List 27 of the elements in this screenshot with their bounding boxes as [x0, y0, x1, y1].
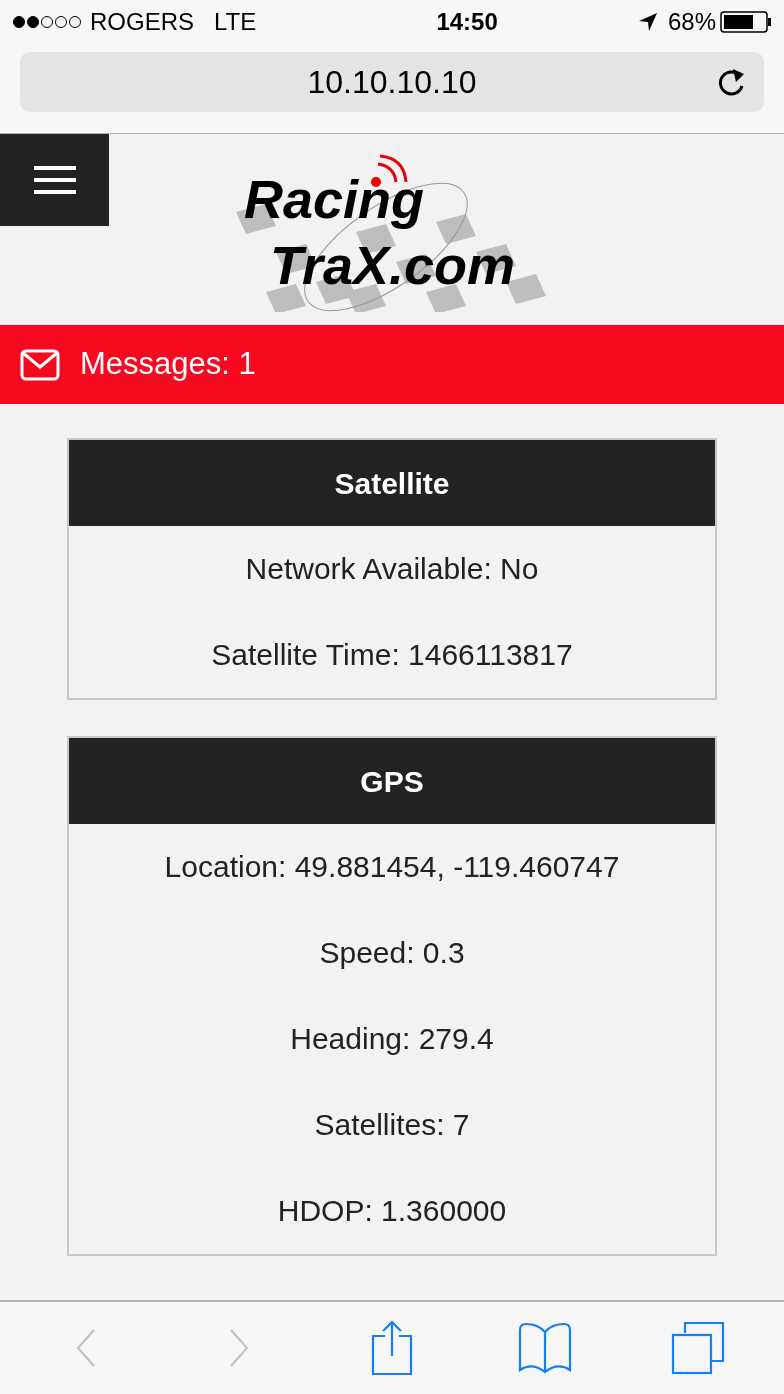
info-line: HDOP: 1.360000: [277, 1193, 507, 1229]
panel-header: Satellite: [69, 440, 715, 526]
address-bar[interactable]: 10.10.10.10: [20, 52, 764, 112]
info-line: Speed: 0.3: [319, 935, 465, 971]
panel-header: GPS: [69, 738, 715, 824]
info-line: Satellites: 7: [314, 1107, 470, 1143]
signal-icon: [12, 15, 82, 29]
reload-icon[interactable]: [716, 66, 746, 98]
share-icon: [371, 1320, 413, 1376]
book-icon: [517, 1322, 572, 1374]
battery-percent: 68%: [667, 7, 716, 37]
location-arrow-icon: [637, 12, 658, 32]
menu-button[interactable]: [0, 134, 109, 226]
menu-icon: [33, 165, 76, 195]
battery-icon: [720, 11, 772, 33]
messages-bar[interactable]: Messages: 1: [0, 325, 784, 404]
tabs-icon: [670, 1321, 725, 1375]
envelope-icon: [20, 348, 60, 381]
clock: 14:50: [436, 7, 498, 37]
info-line: Satellite Time: 1466113817: [211, 637, 573, 673]
info-line: Network Available: No: [245, 551, 539, 587]
info-line: Heading: 279.4: [290, 1021, 494, 1057]
network-type: LTE: [214, 7, 257, 37]
messages-label: Messages: 1: [80, 345, 256, 384]
info-line: Location: 49.881454, -119.460747: [164, 849, 620, 885]
logo: Racing TraX.com: [236, 152, 549, 312]
carrier-name: ROGERS: [90, 7, 194, 37]
